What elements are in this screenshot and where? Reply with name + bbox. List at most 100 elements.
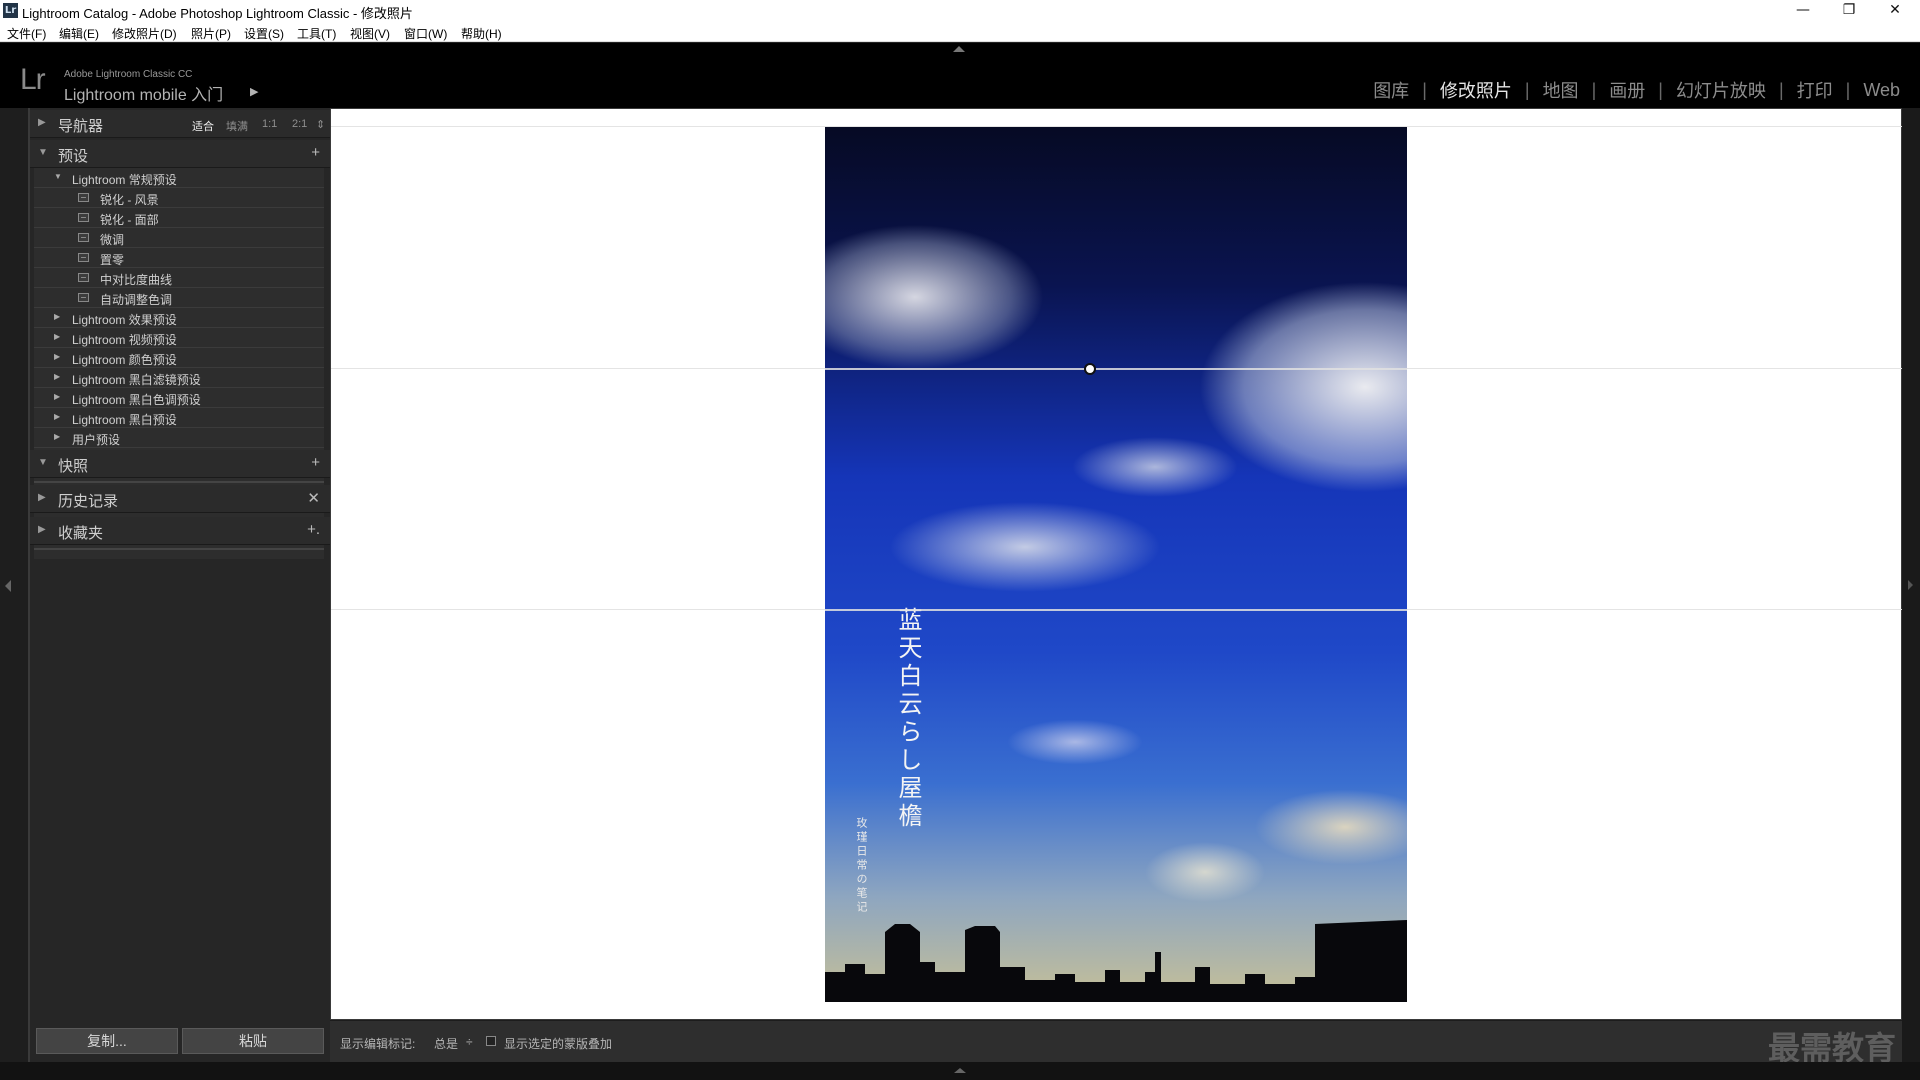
preset-item[interactable]: 置零 [34,248,324,268]
photo-vertical-subtitle: 玫瑾日常の笔记 [855,817,868,915]
copy-settings-button[interactable]: 复制... [36,1028,178,1054]
preset-folder-color[interactable]: ▶ Lightroom 颜色预设 [34,348,324,368]
preset-folder-bw-toned[interactable]: ▶ Lightroom 黑白色调预设 [34,388,324,408]
preset-item[interactable]: 自动调整色调 [34,288,324,308]
preset-label: 中对比度曲线 [100,273,173,287]
preset-folder-bw[interactable]: ▶ Lightroom 黑白预设 [34,408,324,428]
expand-triangle-icon[interactable]: ▶ [38,117,46,128]
module-slideshow[interactable]: 幻灯片放映 [1672,77,1770,103]
menu-photo[interactable]: 照片(P) [191,25,231,42]
preset-item[interactable]: 中对比度曲线 [34,268,324,288]
image-canvas[interactable]: 蓝天白云らし屋檐 玫瑾日常の笔记 [330,108,1903,1020]
snapshots-title: 快照 [58,458,89,475]
preset-label: 微调 [100,233,125,247]
module-separator: | [1591,79,1597,100]
add-snapshot-icon[interactable]: + [311,454,320,471]
paste-settings-button[interactable]: 粘贴 [182,1028,324,1054]
menu-help[interactable]: 帮助(H) [461,25,502,42]
right-panel-edge[interactable] [1902,108,1920,1070]
navigator-title: 导航器 [58,118,104,135]
lightroom-mobile-link[interactable]: Lightroom mobile 入门 [64,81,223,105]
zoom-fit-option[interactable]: 适合 [192,118,214,134]
preset-folder-label: Lightroom 黑白色调预设 [72,393,201,407]
folder-collapsed-icon[interactable]: ▶ [54,432,60,441]
collections-panel-header[interactable]: ▶ 收藏夹 +. [30,517,330,545]
module-develop[interactable]: 修改照片 [1436,77,1516,103]
identity-plate-header: Lr Adobe Lightroom Classic CC Lightroom … [0,42,1920,108]
menu-file[interactable]: 文件(F) [7,25,46,42]
zoom-fill-option[interactable]: 填满 [226,118,248,134]
preset-item[interactable]: 锐化 - 风景 [34,188,324,208]
folder-collapsed-icon[interactable]: ▶ [54,412,60,421]
panel-divider [34,548,324,550]
folder-collapsed-icon[interactable]: ▶ [54,332,60,341]
preset-folder-user[interactable]: ▶ 用户预设 [34,428,324,448]
module-separator: | [1658,79,1663,100]
folder-collapsed-icon[interactable]: ▶ [54,392,60,401]
expand-triangle-icon[interactable]: ▶ [38,492,46,503]
play-arrow-icon[interactable]: ▶ [250,85,258,98]
show-edit-pins-select[interactable]: 总是 [434,1035,458,1052]
history-title: 历史记录 [58,493,119,510]
add-collection-icon[interactable]: +. [307,521,320,538]
folder-collapsed-icon[interactable]: ▶ [54,312,60,321]
lightroom-app-icon: Lr [3,3,18,18]
preset-folder-effects[interactable]: ▶ Lightroom 效果预设 [34,308,324,328]
panel-divider [34,481,324,483]
collapse-triangle-icon[interactable]: ▼ [38,147,48,158]
graduated-filter-pin-icon[interactable] [1084,363,1096,375]
add-preset-icon[interactable]: + [311,144,320,161]
menu-tools[interactable]: 工具(T) [297,25,336,42]
zoom-2-1-option[interactable]: 2:1 [292,118,307,130]
bottom-panel-edge[interactable] [0,1062,1920,1080]
preset-folder-general[interactable]: ▼ Lightroom 常规预设 [34,168,324,188]
restore-button[interactable]: ❐ [1826,0,1872,22]
clear-history-icon[interactable]: ✕ [307,489,320,507]
left-panel-edge[interactable] [0,108,28,1070]
navigator-panel-header[interactable]: ▶ 导航器 适合 填满 1:1 2:1 ⇕ [30,110,330,138]
preset-folder-label: Lightroom 颜色预设 [72,353,177,367]
module-library[interactable]: 图库 [1369,77,1413,103]
folder-collapsed-icon[interactable]: ▶ [54,352,60,361]
show-overlay-checkbox[interactable] [486,1036,496,1046]
collapse-top-panel-arrow-icon[interactable] [953,46,965,52]
minimize-button[interactable]: — [1780,0,1826,22]
preset-icon [78,253,89,262]
snapshots-panel-header[interactable]: ▼ 快照 + [30,450,330,478]
collapse-left-panel-arrow-icon[interactable] [5,580,11,592]
graduated-filter-line[interactable] [825,609,1407,611]
preset-label: 锐化 - 风景 [100,193,159,207]
photo-preview[interactable]: 蓝天白云らし屋檐 玫瑾日常の笔记 [825,127,1407,1002]
module-book[interactable]: 画册 [1605,77,1649,103]
preset-item[interactable]: 微调 [34,228,324,248]
folder-expanded-icon[interactable]: ▼ [54,172,62,181]
expand-right-panel-arrow-icon[interactable] [1908,580,1913,590]
expand-triangle-icon[interactable]: ▶ [38,524,46,535]
module-map[interactable]: 地图 [1539,77,1583,103]
preset-folder-video[interactable]: ▶ Lightroom 视频预设 [34,328,324,348]
menu-window[interactable]: 窗口(W) [404,25,447,42]
preset-folder-label: Lightroom 黑白滤镜预设 [72,373,201,387]
module-web[interactable]: Web [1859,80,1904,101]
collapse-triangle-icon[interactable]: ▼ [38,457,48,468]
folder-collapsed-icon[interactable]: ▶ [54,372,60,381]
collections-title: 收藏夹 [58,525,104,542]
preset-item[interactable]: 锐化 - 面部 [34,208,324,228]
select-arrows-icon[interactable]: ÷ [466,1035,473,1049]
presets-title: 预设 [58,148,89,165]
preset-label: 锐化 - 面部 [100,213,159,227]
zoom-menu-icon[interactable]: ⇕ [316,118,325,131]
menu-edit[interactable]: 编辑(E) [59,25,99,42]
presets-panel-header[interactable]: ▼ 预设 + [30,140,330,168]
expand-filmstrip-arrow-icon[interactable] [954,1068,966,1073]
history-panel-header[interactable]: ▶ 历史记录 ✕ [30,485,330,513]
module-print[interactable]: 打印 [1793,77,1837,103]
preset-folder-bw-filter[interactable]: ▶ Lightroom 黑白滤镜预设 [34,368,324,388]
menu-view[interactable]: 视图(V) [350,25,390,42]
preset-icon [78,233,89,242]
close-button[interactable]: ✕ [1872,0,1918,22]
menu-develop[interactable]: 修改照片(D) [112,25,177,42]
graduated-filter-line[interactable] [825,368,1407,370]
zoom-1-1-option[interactable]: 1:1 [262,118,277,130]
menu-settings[interactable]: 设置(S) [244,25,284,42]
